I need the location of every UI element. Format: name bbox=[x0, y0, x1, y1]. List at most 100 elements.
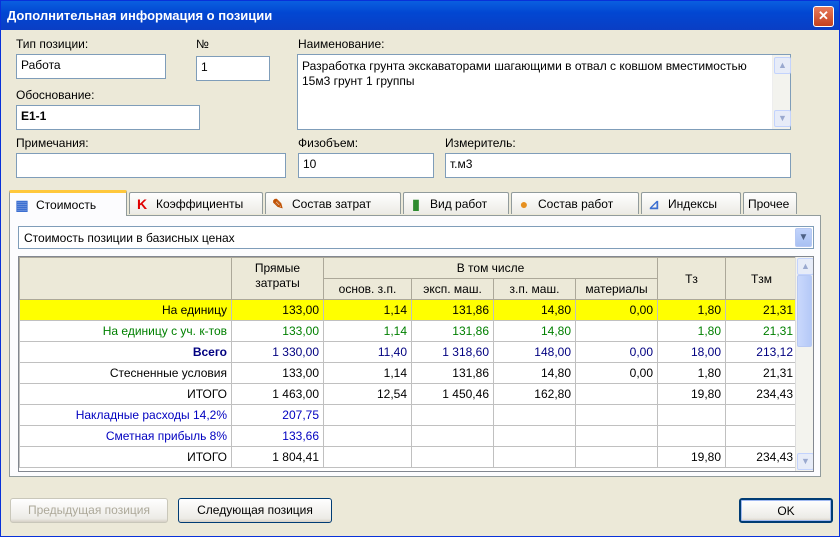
cell-tz: 19,80 bbox=[657, 446, 726, 468]
cell-machine-operation bbox=[411, 425, 494, 447]
table-row[interactable]: Стесненные условия 133,00 1,14 131,86 14… bbox=[19, 362, 798, 384]
cell-machine-salary bbox=[493, 446, 576, 468]
volume-label: Физобъем: bbox=[298, 136, 359, 150]
cell-base-salary: 1,14 bbox=[323, 320, 412, 342]
cell-machine-salary: 14,80 bbox=[493, 320, 576, 342]
cell-tzm: 21,31 bbox=[725, 362, 798, 384]
scroll-down-icon[interactable]: ▼ bbox=[774, 110, 791, 127]
tab-label: Прочее bbox=[748, 196, 790, 211]
cell-tz: 1,80 bbox=[657, 320, 726, 342]
header-base-salary: основ. з.п. bbox=[323, 278, 412, 300]
table-row[interactable]: Сметная прибыль 8% 133,66 bbox=[19, 425, 798, 447]
cell-machine-salary: 14,80 bbox=[493, 299, 576, 321]
cell-base-salary: 11,40 bbox=[323, 341, 412, 363]
cell-materials: 0,00 bbox=[575, 341, 658, 363]
tab-other[interactable]: Прочее bbox=[743, 192, 797, 214]
cell-machine-operation bbox=[411, 446, 494, 468]
cell-tzm: 213,12 bbox=[725, 341, 798, 363]
cell-materials: 0,00 bbox=[575, 362, 658, 384]
unit-field[interactable]: т.м3 bbox=[445, 153, 791, 178]
price-mode-select[interactable]: Стоимость позиции в базисных ценах ▼ bbox=[18, 226, 814, 249]
cell-machine-operation: 1 450,46 bbox=[411, 383, 494, 405]
cell-base-salary bbox=[323, 425, 412, 447]
tab-cost[interactable]: ▦ Стоимость bbox=[9, 190, 127, 216]
cell-machine-operation: 131,86 bbox=[411, 362, 494, 384]
chevron-down-icon[interactable]: ▼ bbox=[795, 228, 812, 247]
cell-tz: 1,80 bbox=[657, 299, 726, 321]
header-tzm: Тзм bbox=[725, 257, 798, 300]
number-field[interactable]: 1 bbox=[196, 56, 270, 81]
title-bar[interactable]: Дополнительная информация о позиции ✕ bbox=[1, 1, 839, 30]
previous-position-button[interactable]: Предыдущая позиция bbox=[10, 498, 168, 523]
window-title: Дополнительная информация о позиции bbox=[7, 8, 273, 23]
table-row[interactable]: ИТОГО 1 463,00 12,54 1 450,46 162,80 19,… bbox=[19, 383, 798, 405]
type-field[interactable]: Работа bbox=[16, 54, 166, 79]
dialog-window: Дополнительная информация о позиции ✕ Ти… bbox=[0, 0, 840, 537]
cell-direct: 1 804,41 bbox=[231, 446, 324, 468]
cell-materials bbox=[575, 425, 658, 447]
table-row[interactable]: На единицу 133,00 1,14 131,86 14,80 0,00… bbox=[19, 299, 798, 321]
table-row[interactable]: ИТОГО 1 804,41 19,80 234,43 bbox=[19, 446, 798, 468]
header-materials: материалы bbox=[575, 278, 658, 300]
tab-label: Вид работ bbox=[430, 196, 488, 211]
cell-tzm bbox=[725, 404, 798, 426]
cell-direct: 207,75 bbox=[231, 404, 324, 426]
tab-indexes[interactable]: ⊿ Индексы bbox=[641, 192, 741, 214]
volume-field[interactable]: 10 bbox=[298, 153, 434, 178]
cell-base-salary bbox=[323, 446, 412, 468]
k-letter-icon: K bbox=[136, 195, 148, 212]
cell-direct: 1 330,00 bbox=[231, 341, 324, 363]
cell-direct: 1 463,00 bbox=[231, 383, 324, 405]
cell-tz: 18,00 bbox=[657, 341, 726, 363]
next-position-button[interactable]: Следующая позиция bbox=[178, 498, 332, 523]
cell-tzm: 21,31 bbox=[725, 320, 798, 342]
cost-table: Прямые затраты В том числе Тз Тзм основ.… bbox=[19, 257, 798, 468]
number-label: № bbox=[196, 37, 209, 51]
cell-machine-operation: 131,86 bbox=[411, 299, 494, 321]
cell-tzm bbox=[725, 425, 798, 447]
cell-materials bbox=[575, 404, 658, 426]
memo-scrollbar[interactable]: ▲ ▼ bbox=[772, 55, 791, 129]
tab-work-type[interactable]: ▮ Вид работ bbox=[403, 192, 509, 214]
cell-tz: 19,80 bbox=[657, 383, 726, 405]
cell-tz bbox=[657, 425, 726, 447]
row-label: ИТОГО bbox=[19, 383, 232, 405]
type-label: Тип позиции: bbox=[16, 37, 89, 51]
cell-machine-operation: 131,86 bbox=[411, 320, 494, 342]
table-row[interactable]: На единицу с уч. к-тов 133,00 1,14 131,8… bbox=[19, 320, 798, 342]
cell-tz bbox=[657, 404, 726, 426]
chart-edit-icon: ✎ bbox=[272, 195, 284, 212]
scroll-thumb[interactable] bbox=[797, 275, 812, 347]
books-icon: ▮ bbox=[412, 195, 420, 212]
tab-cost-composition[interactable]: ✎ Состав затрат bbox=[265, 192, 401, 214]
row-label: Стесненные условия bbox=[19, 362, 232, 384]
tab-label: Состав работ bbox=[538, 196, 614, 211]
cell-tzm: 234,43 bbox=[725, 383, 798, 405]
cell-direct: 133,00 bbox=[231, 362, 324, 384]
basis-field[interactable]: Е1-1 bbox=[16, 105, 200, 130]
header-machine-salary: з.п. маш. bbox=[493, 278, 576, 300]
scroll-up-icon[interactable]: ▲ bbox=[774, 57, 791, 74]
notes-field[interactable] bbox=[16, 153, 286, 178]
row-label: На единицу с уч. к-тов bbox=[19, 320, 232, 342]
scroll-down-icon[interactable]: ▼ bbox=[797, 453, 813, 470]
tab-coefficients[interactable]: K Коэффициенты bbox=[129, 192, 263, 214]
cell-direct: 133,00 bbox=[231, 299, 324, 321]
name-memo[interactable]: Разработка грунта экскаваторами шагающим… bbox=[297, 54, 791, 130]
header-machine-operation: эксп. маш. bbox=[411, 278, 494, 300]
row-label: На единицу bbox=[19, 299, 232, 321]
notes-label: Примечания: bbox=[16, 136, 89, 150]
table-row[interactable]: Всего 1 330,00 11,40 1 318,60 148,00 0,0… bbox=[19, 341, 798, 363]
grid-scrollbar[interactable]: ▲ ▼ bbox=[795, 257, 813, 471]
cell-machine-operation: 1 318,60 bbox=[411, 341, 494, 363]
cell-direct: 133,00 bbox=[231, 320, 324, 342]
cell-machine-salary bbox=[493, 425, 576, 447]
cell-direct: 133,66 bbox=[231, 425, 324, 447]
tab-work-composition[interactable]: ● Состав работ bbox=[511, 192, 639, 214]
table-row[interactable]: Накладные расходы 14,2% 207,75 bbox=[19, 404, 798, 426]
header-direct-costs: Прямые затраты bbox=[231, 257, 324, 300]
row-label: Сметная прибыль 8% bbox=[19, 425, 232, 447]
ok-button[interactable]: OK bbox=[739, 498, 833, 523]
close-icon[interactable]: ✕ bbox=[813, 6, 834, 27]
scroll-up-icon[interactable]: ▲ bbox=[797, 258, 813, 275]
